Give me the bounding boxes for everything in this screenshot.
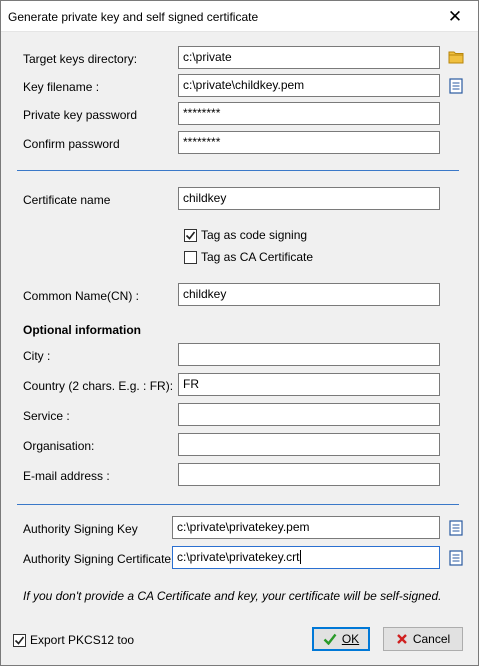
check-icon xyxy=(185,231,196,240)
ca-certificate-checkbox[interactable]: Tag as CA Certificate xyxy=(184,250,313,264)
code-signing-label: Tag as code signing xyxy=(201,228,308,242)
email-label: E-mail address : xyxy=(23,469,110,483)
key-filename-label: Key filename : xyxy=(23,80,100,94)
target-dir-label: Target keys directory: xyxy=(23,52,138,66)
city-label: City : xyxy=(23,349,51,363)
text-caret xyxy=(300,550,302,564)
country-label: Country (2 chars. E.g. : FR): xyxy=(23,379,174,393)
check-icon xyxy=(323,633,337,645)
key-filename-field[interactable]: c:\private\childkey.pem xyxy=(178,74,440,97)
browse-authority-key-button[interactable] xyxy=(447,519,465,537)
email-field[interactable] xyxy=(178,463,440,486)
checkbox-box xyxy=(13,633,26,647)
organisation-field[interactable] xyxy=(178,433,440,456)
ok-label: OK xyxy=(341,632,360,646)
cancel-x-icon xyxy=(396,634,407,644)
export-pkcs12-checkbox[interactable]: Export PKCS12 too xyxy=(13,633,134,647)
export-pkcs12-label: Export PKCS12 too xyxy=(30,633,135,647)
dialog-window: Generate private key and self signed cer… xyxy=(0,0,479,666)
title-bar: Generate private key and self signed cer… xyxy=(1,1,478,32)
browse-authority-cert-button[interactable] xyxy=(447,549,465,567)
organisation-label: Organisation: xyxy=(23,439,95,453)
certificate-name-field[interactable]: childkey xyxy=(178,187,440,210)
password-field[interactable]: ******** xyxy=(178,102,440,125)
window-title: Generate private key and self signed cer… xyxy=(8,10,259,24)
file-browse-icon xyxy=(449,78,463,94)
target-dir-field[interactable]: c:\private xyxy=(178,46,440,69)
common-name-label: Common Name(CN) : xyxy=(23,289,140,303)
service-label: Service : xyxy=(23,409,70,423)
separator-1 xyxy=(17,170,459,171)
ca-certificate-label: Tag as CA Certificate xyxy=(201,250,314,264)
browse-folder-button[interactable] xyxy=(447,48,465,66)
authority-cert-value: c:\private\privatekey.crt xyxy=(177,550,300,564)
country-field[interactable]: FR xyxy=(178,373,440,396)
confirm-password-field[interactable]: ******** xyxy=(178,131,440,154)
city-field[interactable] xyxy=(178,343,440,366)
close-button[interactable]: ✕ xyxy=(432,1,478,32)
cancel-button[interactable]: Cancel xyxy=(383,627,463,651)
confirm-password-label: Confirm password xyxy=(23,137,120,151)
close-icon: ✕ xyxy=(447,6,463,27)
file-browse-icon xyxy=(449,520,463,536)
service-field[interactable] xyxy=(178,403,440,426)
folder-icon xyxy=(448,51,464,64)
checkbox-box xyxy=(184,250,197,264)
optional-info-heading: Optional information xyxy=(23,323,141,337)
checkbox-box xyxy=(184,228,197,242)
separator-2 xyxy=(17,504,459,505)
common-name-field[interactable]: childkey xyxy=(178,283,440,306)
self-signed-note: If you don't provide a CA Certificate an… xyxy=(23,589,442,603)
browse-key-file-button[interactable] xyxy=(447,77,465,95)
check-icon xyxy=(14,636,25,645)
authority-cert-label: Authority Signing Certificate xyxy=(23,552,172,566)
code-signing-checkbox[interactable]: Tag as code signing xyxy=(184,228,307,242)
ok-button[interactable]: OK xyxy=(312,627,370,651)
password-label: Private key password xyxy=(23,108,138,122)
authority-key-label: Authority Signing Key xyxy=(23,522,138,536)
file-browse-icon xyxy=(449,550,463,566)
authority-key-field[interactable]: c:\private\privatekey.pem xyxy=(172,516,440,539)
cancel-label: Cancel xyxy=(412,632,451,646)
certificate-name-label: Certificate name xyxy=(23,193,111,207)
authority-cert-field[interactable]: c:\private\privatekey.crt xyxy=(172,546,440,569)
